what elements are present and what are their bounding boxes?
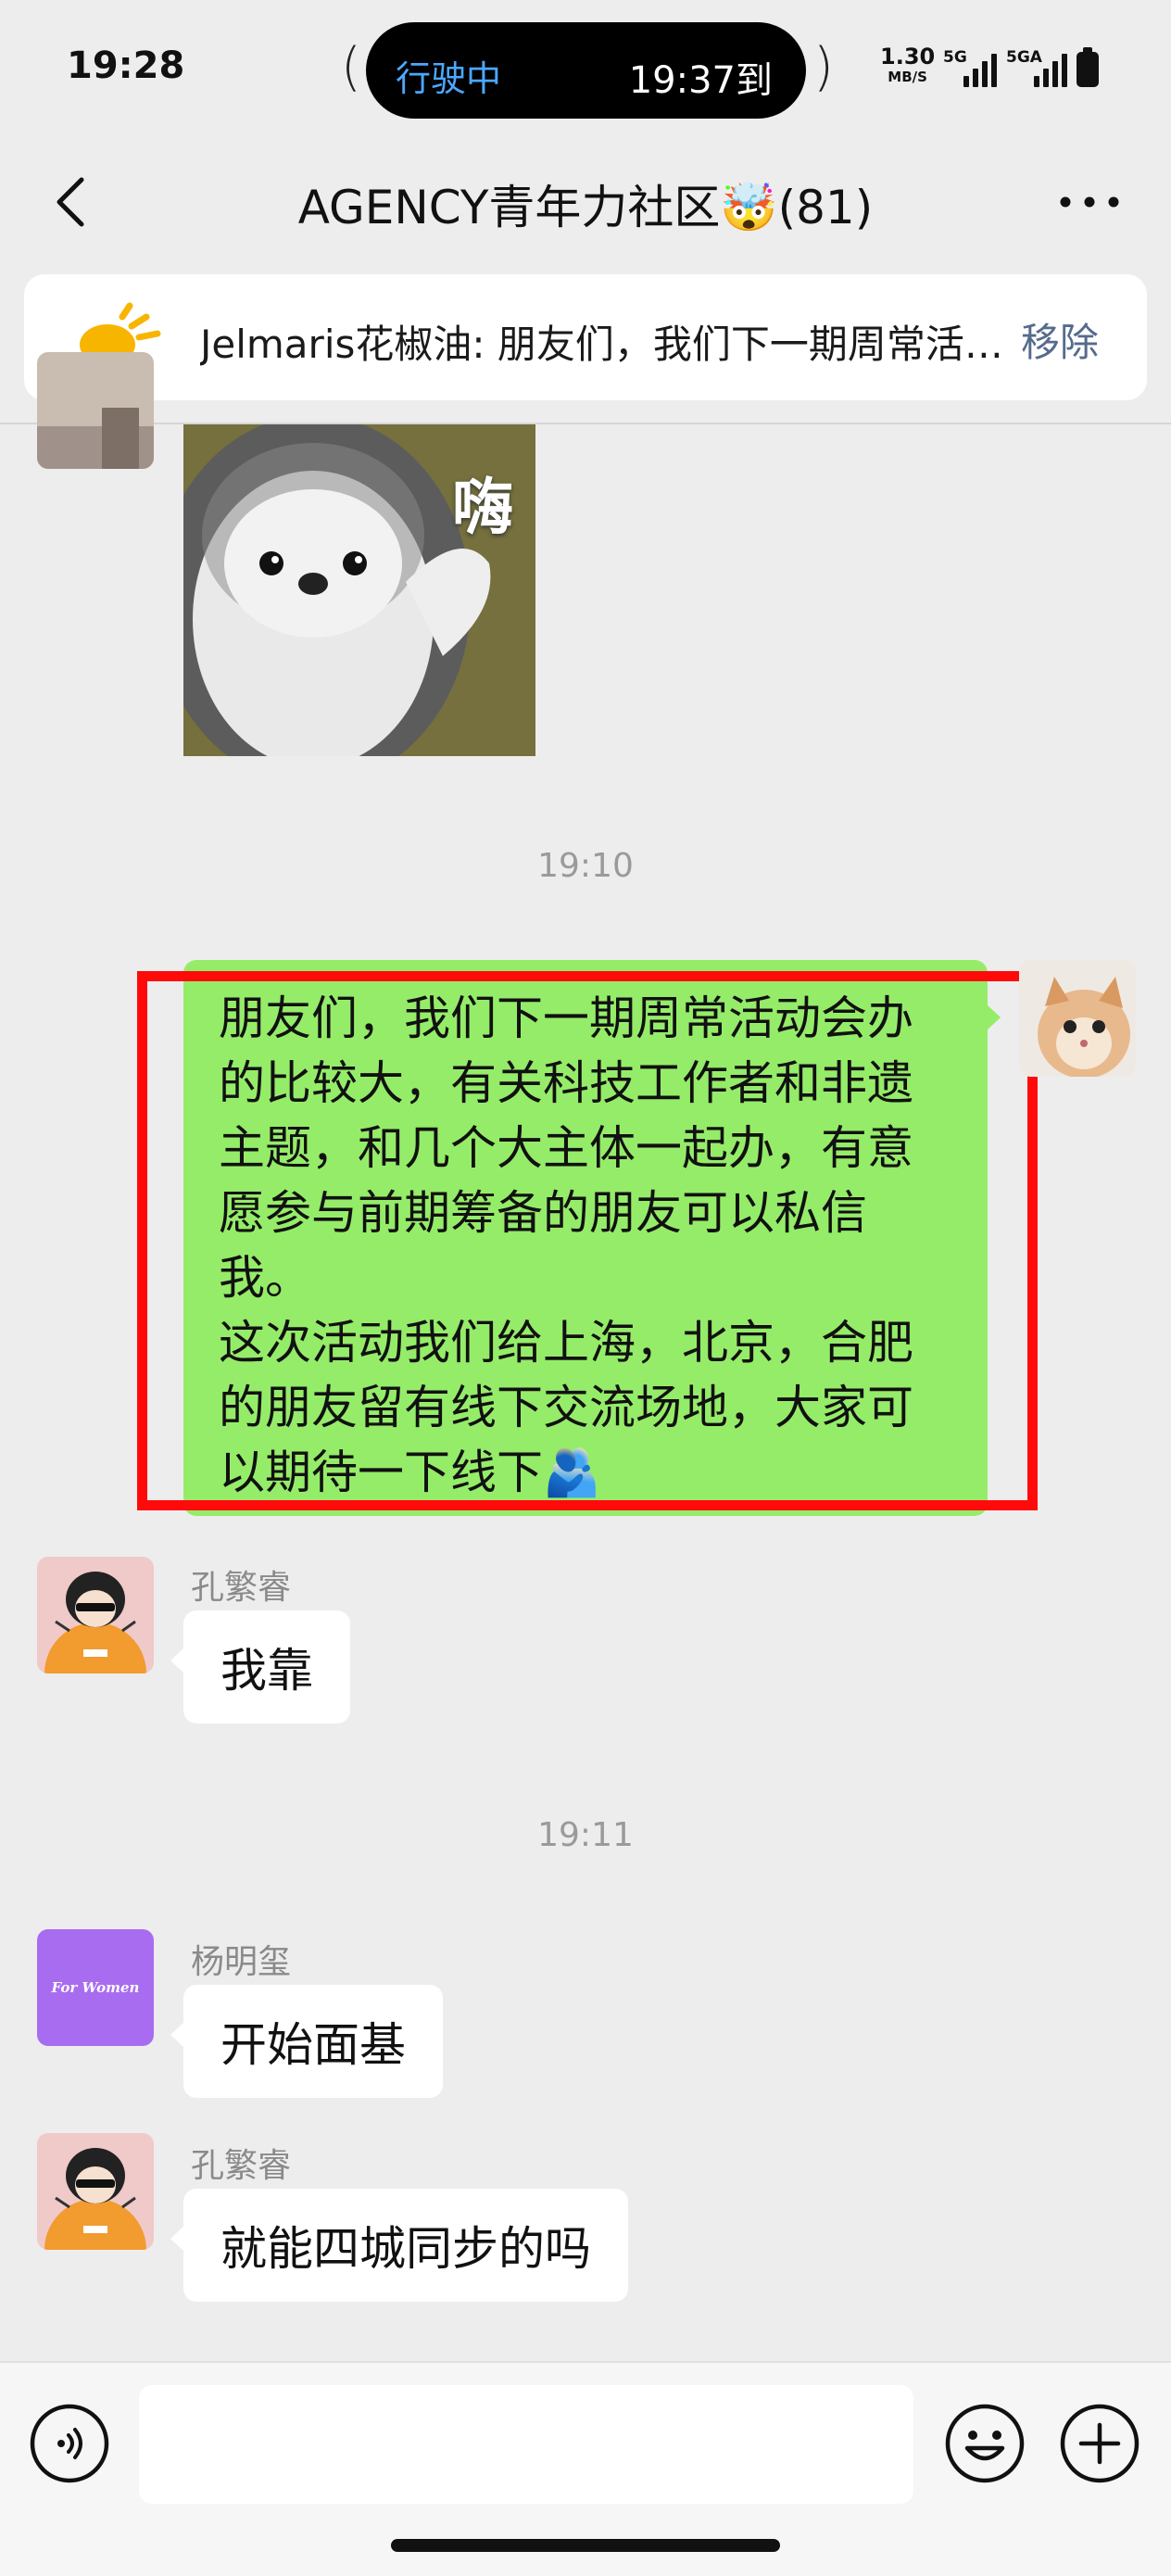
nav-bar: AGENCY青年力社区🤯(81) [0, 139, 1171, 269]
island-paren-right: ) [813, 37, 834, 97]
sticker-image[interactable]: 嗨 [183, 424, 535, 756]
emoji-button[interactable] [943, 2402, 1026, 2485]
more-button[interactable] [1052, 172, 1127, 232]
signal-5ga: 5GA [1006, 48, 1069, 87]
network-speed-value: 1.30 [880, 44, 936, 69]
signal-bars-icon [1034, 54, 1067, 87]
avatar[interactable] [37, 2133, 154, 2250]
timestamp: 19:10 [537, 847, 634, 885]
avatar[interactable] [37, 1557, 154, 1673]
page-title: AGENCY青年力社区🤯(81) [297, 181, 874, 234]
voice-button[interactable] [28, 2402, 111, 2485]
plus-icon [1060, 2404, 1140, 2483]
status-time: 19:28 [67, 44, 185, 87]
pinned-notice[interactable]: Jelmaris花椒油: 朋友们，我们下一期周常活动会办的比较大，有关科技工作者… [24, 274, 1147, 400]
emoji-icon [945, 2404, 1025, 2483]
notice-remove-button[interactable]: 移除 [1021, 311, 1099, 368]
signal-5g: 5G [943, 48, 997, 87]
island-status: 行驶中 [396, 58, 502, 99]
message-bubble[interactable]: 开始面基 [170, 1985, 443, 2098]
voice-icon [30, 2404, 109, 2483]
status-bar: 19:28 ( 行驶中 19:37到 ) 1.30 MB/S 5G 5GA [0, 0, 1171, 130]
dynamic-island[interactable]: 行驶中 19:37到 [366, 22, 806, 119]
message-input[interactable] [139, 2385, 913, 2504]
anime-avatar [37, 2133, 154, 2250]
avatar[interactable]: For Women [37, 1929, 154, 2046]
signal-bars-icon [963, 54, 997, 87]
message-bubble[interactable]: 我靠 [170, 1610, 350, 1724]
own-message-bubble[interactable]: 朋友们，我们下一期周常活动会办 的比较大，有关科技工作者和非遗 主题，和几个大主… [183, 960, 1001, 1516]
network-speed: 1.30 MB/S [880, 44, 936, 87]
add-button[interactable] [1058, 2402, 1141, 2485]
sender-name: 杨明玺 [191, 1943, 292, 1981]
avatar[interactable] [37, 352, 154, 469]
anime-avatar [37, 1557, 154, 1673]
sticker-caption: 嗨 [452, 472, 513, 543]
message-bubble[interactable]: 就能四城同步的吗 [170, 2189, 628, 2302]
notice-text: Jelmaris花椒油: 朋友们，我们下一期周常活动会办的比较大，有关科技工作者… [200, 322, 1015, 367]
timestamp: 19:11 [537, 1816, 634, 1854]
island-paren-left: ( [341, 37, 361, 97]
island-eta: 19:37到 [628, 59, 773, 102]
more-dots-icon [1060, 196, 1119, 208]
avatar-photo [37, 352, 154, 469]
own-avatar[interactable] [1019, 960, 1136, 1077]
network-speed-unit: MB/S [888, 69, 927, 85]
chat-screen: 19:28 ( 行驶中 19:37到 ) 1.30 MB/S 5G 5GA AG… [0, 0, 1171, 2576]
home-indicator[interactable] [391, 2539, 780, 2552]
cat-avatar [1019, 960, 1136, 1077]
sender-name: 孔繁睿 [191, 1569, 292, 1607]
sender-name: 孔繁睿 [191, 2147, 292, 2185]
header-divider [0, 423, 1171, 424]
avatar-text: For Women [51, 1979, 140, 1996]
battery-icon [1077, 47, 1099, 87]
